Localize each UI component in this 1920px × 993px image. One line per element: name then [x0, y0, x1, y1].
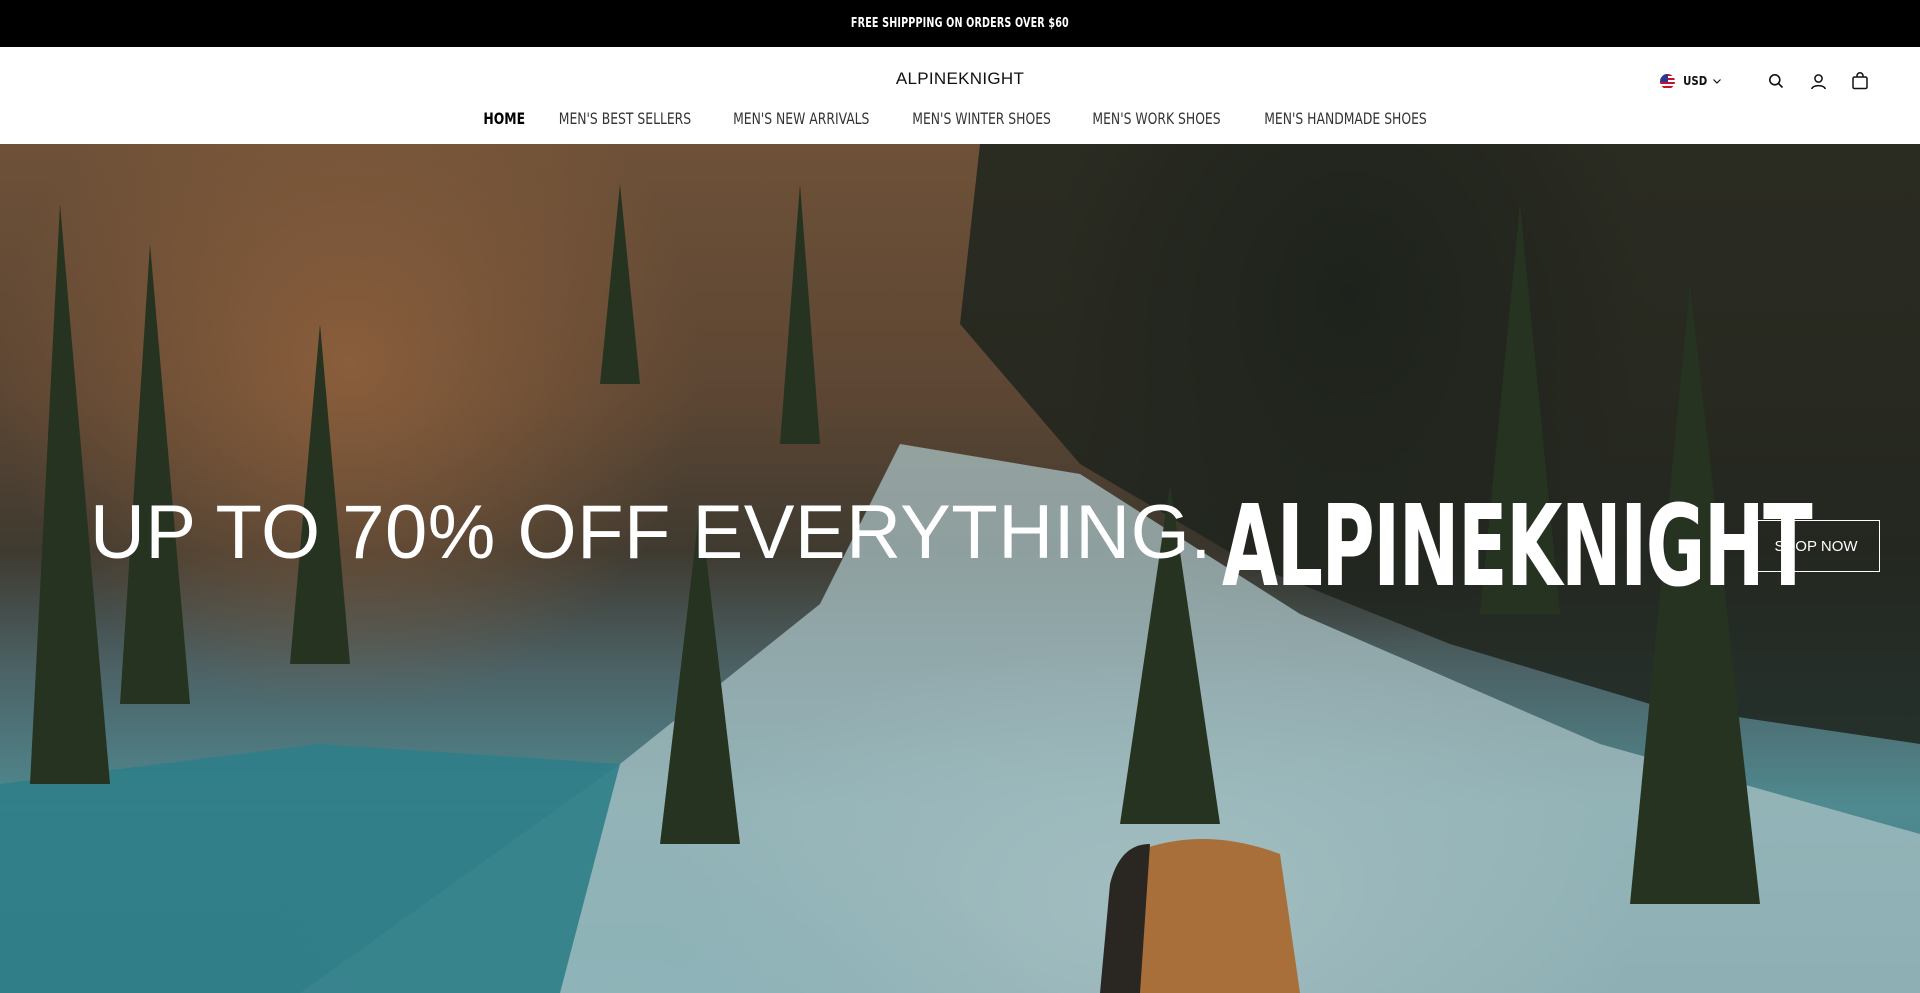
chevron-down-icon — [1713, 79, 1721, 84]
nav-item-best-sellers[interactable]: MEN'S BEST SELLERS — [548, 109, 702, 128]
nav-item-label: MEN'S HANDMADE SHOES — [1264, 109, 1427, 128]
cart-icon[interactable] — [1850, 71, 1870, 91]
nav-item-label: MEN'S BEST SELLERS — [559, 109, 692, 128]
nav-item-winter-shoes[interactable]: MEN'S WINTER SHOES — [901, 109, 1062, 128]
currency-label: USD — [1682, 74, 1707, 88]
site-logo[interactable]: ALPINEKNIGHT — [0, 69, 1920, 89]
nav-item-new-arrivals[interactable]: MEN'S NEW ARRIVALS — [722, 109, 881, 128]
nav-item-work-shoes[interactable]: MEN'S WORK SHOES — [1082, 109, 1231, 128]
currency-selector[interactable]: USD — [1659, 73, 1722, 89]
nav-item-label: MEN'S NEW ARRIVALS — [733, 109, 870, 128]
hero-banner: UP TO 70% OFF EVERYTHING. ALPINEKNIGHT S… — [0, 144, 1920, 993]
hero-brand-logo: ALPINEKNIGHT — [1222, 482, 1813, 612]
site-header: ALPINEKNIGHT USD HOME MEN'S BEST SELLERS… — [0, 47, 1920, 144]
us-flag-icon — [1659, 73, 1675, 89]
nav-item-label: MEN'S WORK SHOES — [1092, 109, 1221, 128]
nav-item-label: HOME — [483, 109, 525, 128]
hero-headline: UP TO 70% OFF EVERYTHING. — [90, 490, 1212, 575]
announcement-bar: FREE SHIPPPING ON ORDERS OVER $60 — [0, 0, 1920, 47]
shop-now-button[interactable]: SHOP NOW — [1752, 520, 1880, 572]
search-icon[interactable] — [1766, 71, 1786, 91]
nav-item-label: MEN'S WINTER SHOES — [912, 109, 1051, 128]
main-nav: HOME MEN'S BEST SELLERS MEN'S NEW ARRIVA… — [0, 109, 1920, 128]
nav-item-home[interactable]: HOME — [480, 109, 528, 128]
nav-item-handmade-shoes[interactable]: MEN'S HANDMADE SHOES — [1251, 109, 1440, 128]
header-tools: USD — [1659, 67, 1870, 95]
announcement-text: FREE SHIPPPING ON ORDERS OVER $60 — [851, 16, 1069, 31]
account-icon[interactable] — [1808, 71, 1828, 91]
